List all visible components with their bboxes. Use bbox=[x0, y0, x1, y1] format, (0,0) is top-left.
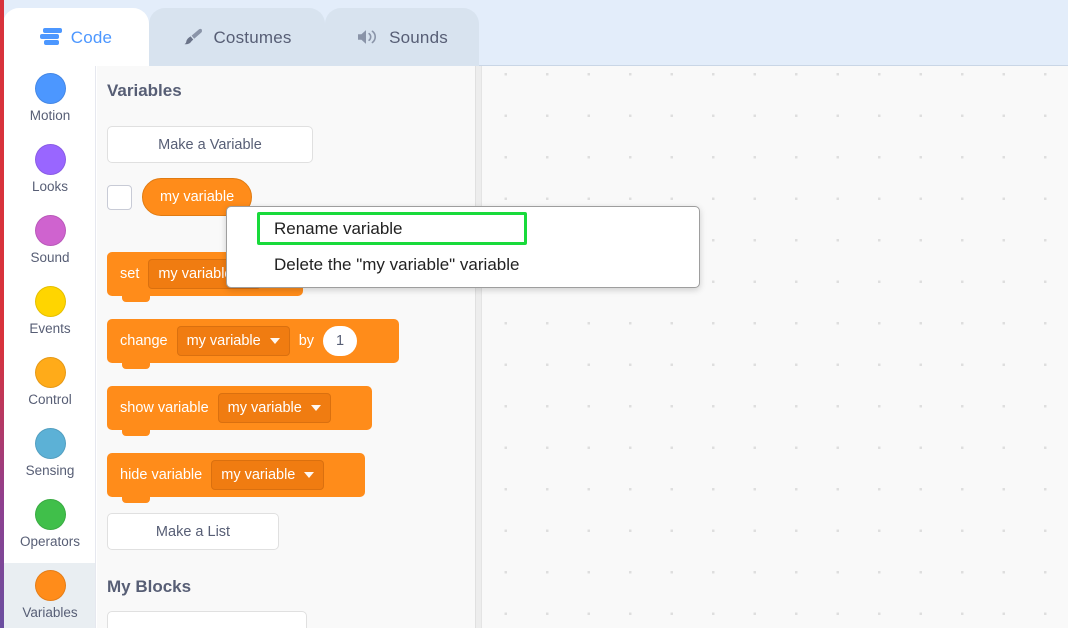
chevron-down-icon bbox=[311, 405, 321, 411]
palette-heading-my-blocks: My Blocks bbox=[107, 577, 191, 597]
paintbrush-icon bbox=[182, 27, 204, 47]
sidebar-item-operators[interactable]: Operators bbox=[4, 492, 96, 563]
hide-variable-block[interactable]: hide variable my variable bbox=[107, 453, 365, 497]
tab-sounds[interactable]: Sounds bbox=[325, 8, 479, 66]
context-menu-item-rename-variable[interactable]: Rename variable bbox=[257, 213, 527, 244]
show-block-variable-dropdown[interactable]: my variable bbox=[218, 393, 331, 423]
sidebar-item-sensing[interactable]: Sensing bbox=[4, 421, 96, 492]
sidebar-item-control[interactable]: Control bbox=[4, 350, 96, 421]
change-block-value-input[interactable]: 1 bbox=[323, 326, 357, 356]
tab-costumes[interactable]: Costumes bbox=[149, 8, 325, 66]
show-block-body: show variable my variable bbox=[107, 386, 372, 430]
sidebar-item-label: Sound bbox=[30, 251, 69, 266]
code-workspace-canvas[interactable] bbox=[475, 66, 1068, 628]
chevron-down-icon bbox=[304, 472, 314, 478]
change-block-label: change bbox=[120, 333, 168, 349]
sidebar-item-label: Motion bbox=[30, 109, 71, 124]
block-category-column: Motion Looks Sound Events Control Sensin… bbox=[4, 66, 96, 628]
block-palette[interactable]: Variables Make a Variable my variable se… bbox=[97, 66, 475, 628]
variable-visibility-checkbox[interactable] bbox=[107, 185, 132, 210]
speaker-icon bbox=[356, 28, 380, 46]
variable-reporter-label: my variable bbox=[160, 189, 234, 205]
palette-heading-variables: Variables bbox=[107, 81, 182, 101]
control-category-dot bbox=[35, 357, 66, 388]
change-block-body: change my variable by 1 bbox=[107, 319, 399, 363]
make-a-variable-button[interactable]: Make a Variable bbox=[107, 126, 313, 163]
sidebar-item-sound[interactable]: Sound bbox=[4, 208, 96, 279]
change-block-variable-dropdown[interactable]: my variable bbox=[177, 326, 290, 356]
palette-workspace-divider[interactable] bbox=[475, 66, 482, 628]
tab-sounds-label: Sounds bbox=[389, 29, 448, 46]
editor-tab-bar: Code Costumes Sounds bbox=[0, 0, 1068, 66]
sidebar-item-label: Control bbox=[28, 393, 72, 408]
looks-category-dot bbox=[35, 144, 66, 175]
tab-costumes-label: Costumes bbox=[213, 29, 291, 46]
tab-code-label: Code bbox=[71, 29, 112, 46]
sidebar-item-variables[interactable]: Variables bbox=[4, 563, 96, 628]
sidebar-item-label: Variables bbox=[22, 606, 77, 621]
change-block-variable-name: my variable bbox=[187, 333, 261, 349]
tab-code[interactable]: Code bbox=[3, 8, 149, 66]
hide-block-body: hide variable my variable bbox=[107, 453, 365, 497]
hide-block-variable-name: my variable bbox=[221, 467, 295, 483]
sensing-category-dot bbox=[35, 428, 66, 459]
make-a-block-button[interactable] bbox=[107, 611, 307, 628]
hide-block-label: hide variable bbox=[120, 467, 202, 483]
sidebar-item-label: Sensing bbox=[26, 464, 75, 479]
make-a-list-button[interactable]: Make a List bbox=[107, 513, 279, 550]
variable-context-menu[interactable]: Rename variable Delete the "my variable"… bbox=[226, 206, 700, 288]
sidebar-item-events[interactable]: Events bbox=[4, 279, 96, 350]
variables-category-dot bbox=[35, 570, 66, 601]
operators-category-dot bbox=[35, 499, 66, 530]
show-variable-block[interactable]: show variable my variable bbox=[107, 386, 372, 430]
hide-block-variable-dropdown[interactable]: my variable bbox=[211, 460, 324, 490]
chevron-down-icon bbox=[270, 338, 280, 344]
sidebar-item-label: Operators bbox=[20, 535, 80, 550]
code-blocks-icon bbox=[40, 28, 62, 46]
sidebar-item-label: Looks bbox=[32, 180, 68, 195]
sound-category-dot bbox=[35, 215, 66, 246]
scratch-editor-window: Code Costumes Sounds bbox=[0, 0, 1068, 628]
context-menu-item-delete-variable[interactable]: Delete the "my variable" variable bbox=[257, 252, 519, 278]
sidebar-item-label: Events bbox=[29, 322, 70, 337]
show-block-variable-name: my variable bbox=[228, 400, 302, 416]
set-block-label: set bbox=[120, 266, 139, 282]
events-category-dot bbox=[35, 286, 66, 317]
change-variable-block[interactable]: change my variable by 1 bbox=[107, 319, 399, 363]
show-block-label: show variable bbox=[120, 400, 209, 416]
change-block-by-label: by bbox=[299, 333, 314, 349]
window-left-edge-strip bbox=[0, 0, 4, 628]
set-block-variable-name: my variable bbox=[158, 266, 232, 282]
sidebar-item-motion[interactable]: Motion bbox=[4, 66, 96, 137]
sidebar-item-looks[interactable]: Looks bbox=[4, 137, 96, 208]
motion-category-dot bbox=[35, 73, 66, 104]
